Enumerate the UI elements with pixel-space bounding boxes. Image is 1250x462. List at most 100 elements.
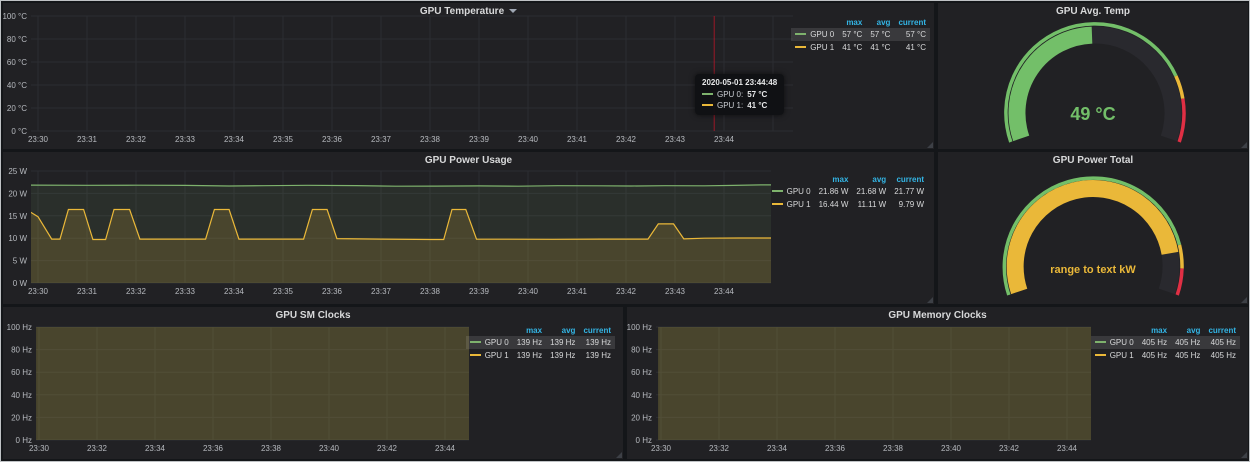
svg-text:60 °C: 60 °C: [7, 58, 27, 67]
legend-header-current[interactable]: current: [1204, 325, 1240, 336]
svg-text:23:44: 23:44: [714, 135, 735, 144]
svg-text:23:35: 23:35: [273, 287, 294, 296]
svg-text:23:36: 23:36: [203, 444, 224, 453]
tooltip-row: GPU 0:57 °C: [702, 89, 777, 100]
legend-stat-current: 139 Hz: [579, 349, 615, 362]
gpu-avg-temp-gauge: [938, 3, 1248, 149]
svg-text:23:34: 23:34: [224, 135, 245, 144]
legend-series-toggle[interactable]: GPU 0: [791, 28, 838, 41]
legend-series-toggle[interactable]: GPU 1: [791, 41, 838, 54]
legend-series-toggle[interactable]: GPU 1: [466, 349, 513, 362]
svg-text:23:43: 23:43: [665, 135, 686, 144]
series-color-dash-icon: [702, 104, 713, 106]
gpu-sm-clocks-legend: maxavgcurrent GPU 0 139 Hz139 Hz139 Hz GPU …: [466, 325, 615, 362]
gpu-memory-clocks-legend: maxavgcurrentGPU 0405 Hz405 Hz405 HzGPU …: [1091, 325, 1240, 362]
series-color-dash-icon: [1095, 354, 1106, 356]
legend-stat-current: 405 Hz: [1204, 336, 1240, 349]
legend-header-current[interactable]: current: [579, 325, 615, 336]
panel-resize-handle[interactable]: [1241, 297, 1247, 303]
series-color-dash-icon: [795, 46, 806, 48]
panel-title-gpu-power-usage[interactable]: GPU Power Usage: [3, 155, 934, 166]
legend-header-current[interactable]: current: [894, 17, 930, 28]
svg-text:5 W: 5 W: [13, 257, 28, 266]
legend-header-avg[interactable]: avg: [1171, 325, 1204, 336]
panel-resize-handle[interactable]: [616, 452, 622, 458]
legend-series-toggle[interactable]: GPU 1: [1091, 349, 1138, 362]
tooltip-timestamp: 2020-05-01 23:44:48: [702, 78, 777, 87]
svg-text:25 W: 25 W: [8, 167, 27, 176]
panel-gpu-power-usage: GPU Power Usage 0 W5 W10 W15 W20 W25 W23…: [3, 152, 934, 304]
panel-resize-handle[interactable]: [927, 142, 933, 148]
panel-resize-handle[interactable]: [927, 297, 933, 303]
svg-text:23:33: 23:33: [175, 135, 196, 144]
legend-header-avg[interactable]: avg: [866, 17, 894, 28]
tooltip-rows: GPU 0:57 °CGPU 1:41 °C: [702, 89, 777, 111]
panel-title-gpu-temperature[interactable]: GPU Temperature: [3, 6, 934, 17]
legend-stat-current: 21.77 W: [890, 185, 928, 198]
svg-text:23:40: 23:40: [518, 287, 539, 296]
chart-tooltip: 2020-05-01 23:44:48 GPU 0:57 °CGPU 1:41 …: [695, 74, 784, 115]
svg-text:100 Hz: 100 Hz: [627, 323, 652, 332]
series-color-dash-icon: [470, 354, 481, 356]
svg-text:23:38: 23:38: [420, 287, 441, 296]
legend-series-toggle[interactable]: GPU 0: [768, 185, 815, 198]
svg-text:23:35: 23:35: [273, 135, 294, 144]
legend-stat-max: 57 °C: [838, 28, 866, 41]
legend-stat-avg: 11.11 W: [852, 198, 890, 211]
legend-header-spacer: [1091, 325, 1138, 336]
gpu-power-usage-legend: maxavgcurrentGPU 021.86 W21.68 W21.77 WG…: [768, 174, 928, 211]
svg-text:40 Hz: 40 Hz: [631, 391, 652, 400]
panel-resize-handle[interactable]: [1241, 142, 1247, 148]
svg-text:23:36: 23:36: [322, 287, 343, 296]
legend-stat-avg: 405 Hz: [1171, 349, 1204, 362]
legend-stat-current: 9.79 W: [890, 198, 928, 211]
svg-text:23:44: 23:44: [714, 287, 735, 296]
legend-header-spacer: [768, 174, 815, 185]
panel-gpu-temperature: GPU Temperature 0 °C20 °C40 °C60 °C80 °C…: [3, 3, 934, 149]
legend-header-max[interactable]: max: [838, 17, 866, 28]
series-color-dash-icon: [772, 203, 783, 205]
panel-resize-handle[interactable]: [1241, 452, 1247, 458]
legend-header-avg[interactable]: avg: [546, 325, 579, 336]
panel-title-gpu-sm-clocks[interactable]: GPU SM Clocks: [3, 310, 623, 321]
panel-title-gpu-power-total[interactable]: GPU Power Total: [938, 155, 1248, 166]
legend-row: GPU 057 °C57 °C57 °C: [791, 28, 930, 41]
legend-header-max[interactable]: max: [1138, 325, 1171, 336]
legend-header-spacer: [791, 17, 838, 28]
legend-series-toggle[interactable]: GPU 1: [768, 198, 815, 211]
svg-text:15 W: 15 W: [8, 212, 27, 221]
legend-stat-avg: 41 °C: [866, 41, 894, 54]
panel-title-gpu-memory-clocks[interactable]: GPU Memory Clocks: [627, 310, 1248, 321]
svg-text:23:43: 23:43: [665, 287, 686, 296]
legend-row: GPU 0405 Hz405 Hz405 Hz: [1091, 336, 1240, 349]
legend-header-current[interactable]: current: [890, 174, 928, 185]
svg-text:23:32: 23:32: [709, 444, 730, 453]
series-color-dash-icon: [795, 33, 806, 35]
svg-text:23:34: 23:34: [145, 444, 166, 453]
svg-text:23:32: 23:32: [87, 444, 108, 453]
legend-stat-current: 41 °C: [894, 41, 930, 54]
panel-title-gpu-avg-temp[interactable]: GPU Avg. Temp: [938, 6, 1248, 17]
svg-text:23:30: 23:30: [28, 287, 49, 296]
legend-header-avg[interactable]: avg: [852, 174, 890, 185]
legend-stat-max: 405 Hz: [1138, 336, 1171, 349]
legend-series-toggle[interactable]: GPU 0: [466, 336, 513, 349]
caret-down-icon[interactable]: [509, 9, 517, 13]
legend-stat-avg: 405 Hz: [1171, 336, 1204, 349]
gpu-power-total-gauge: [938, 152, 1248, 304]
svg-text:20 Hz: 20 Hz: [631, 413, 652, 422]
panel-title-text: GPU Temperature: [420, 6, 504, 17]
svg-text:23:32: 23:32: [126, 135, 147, 144]
series-color-dash-icon: [470, 341, 481, 343]
svg-text:10 W: 10 W: [8, 234, 27, 243]
legend-header-max[interactable]: max: [513, 325, 546, 336]
svg-text:23:31: 23:31: [77, 135, 98, 144]
legend-series-toggle[interactable]: GPU 0: [1091, 336, 1138, 349]
legend-stat-avg: 57 °C: [866, 28, 894, 41]
svg-text:20 °C: 20 °C: [7, 104, 27, 113]
svg-text:23:30: 23:30: [28, 135, 49, 144]
svg-text:60 Hz: 60 Hz: [11, 368, 32, 377]
legend-stat-avg: 139 Hz: [546, 349, 579, 362]
legend-header-max[interactable]: max: [815, 174, 853, 185]
legend-stat-current: 139 Hz: [579, 336, 615, 349]
